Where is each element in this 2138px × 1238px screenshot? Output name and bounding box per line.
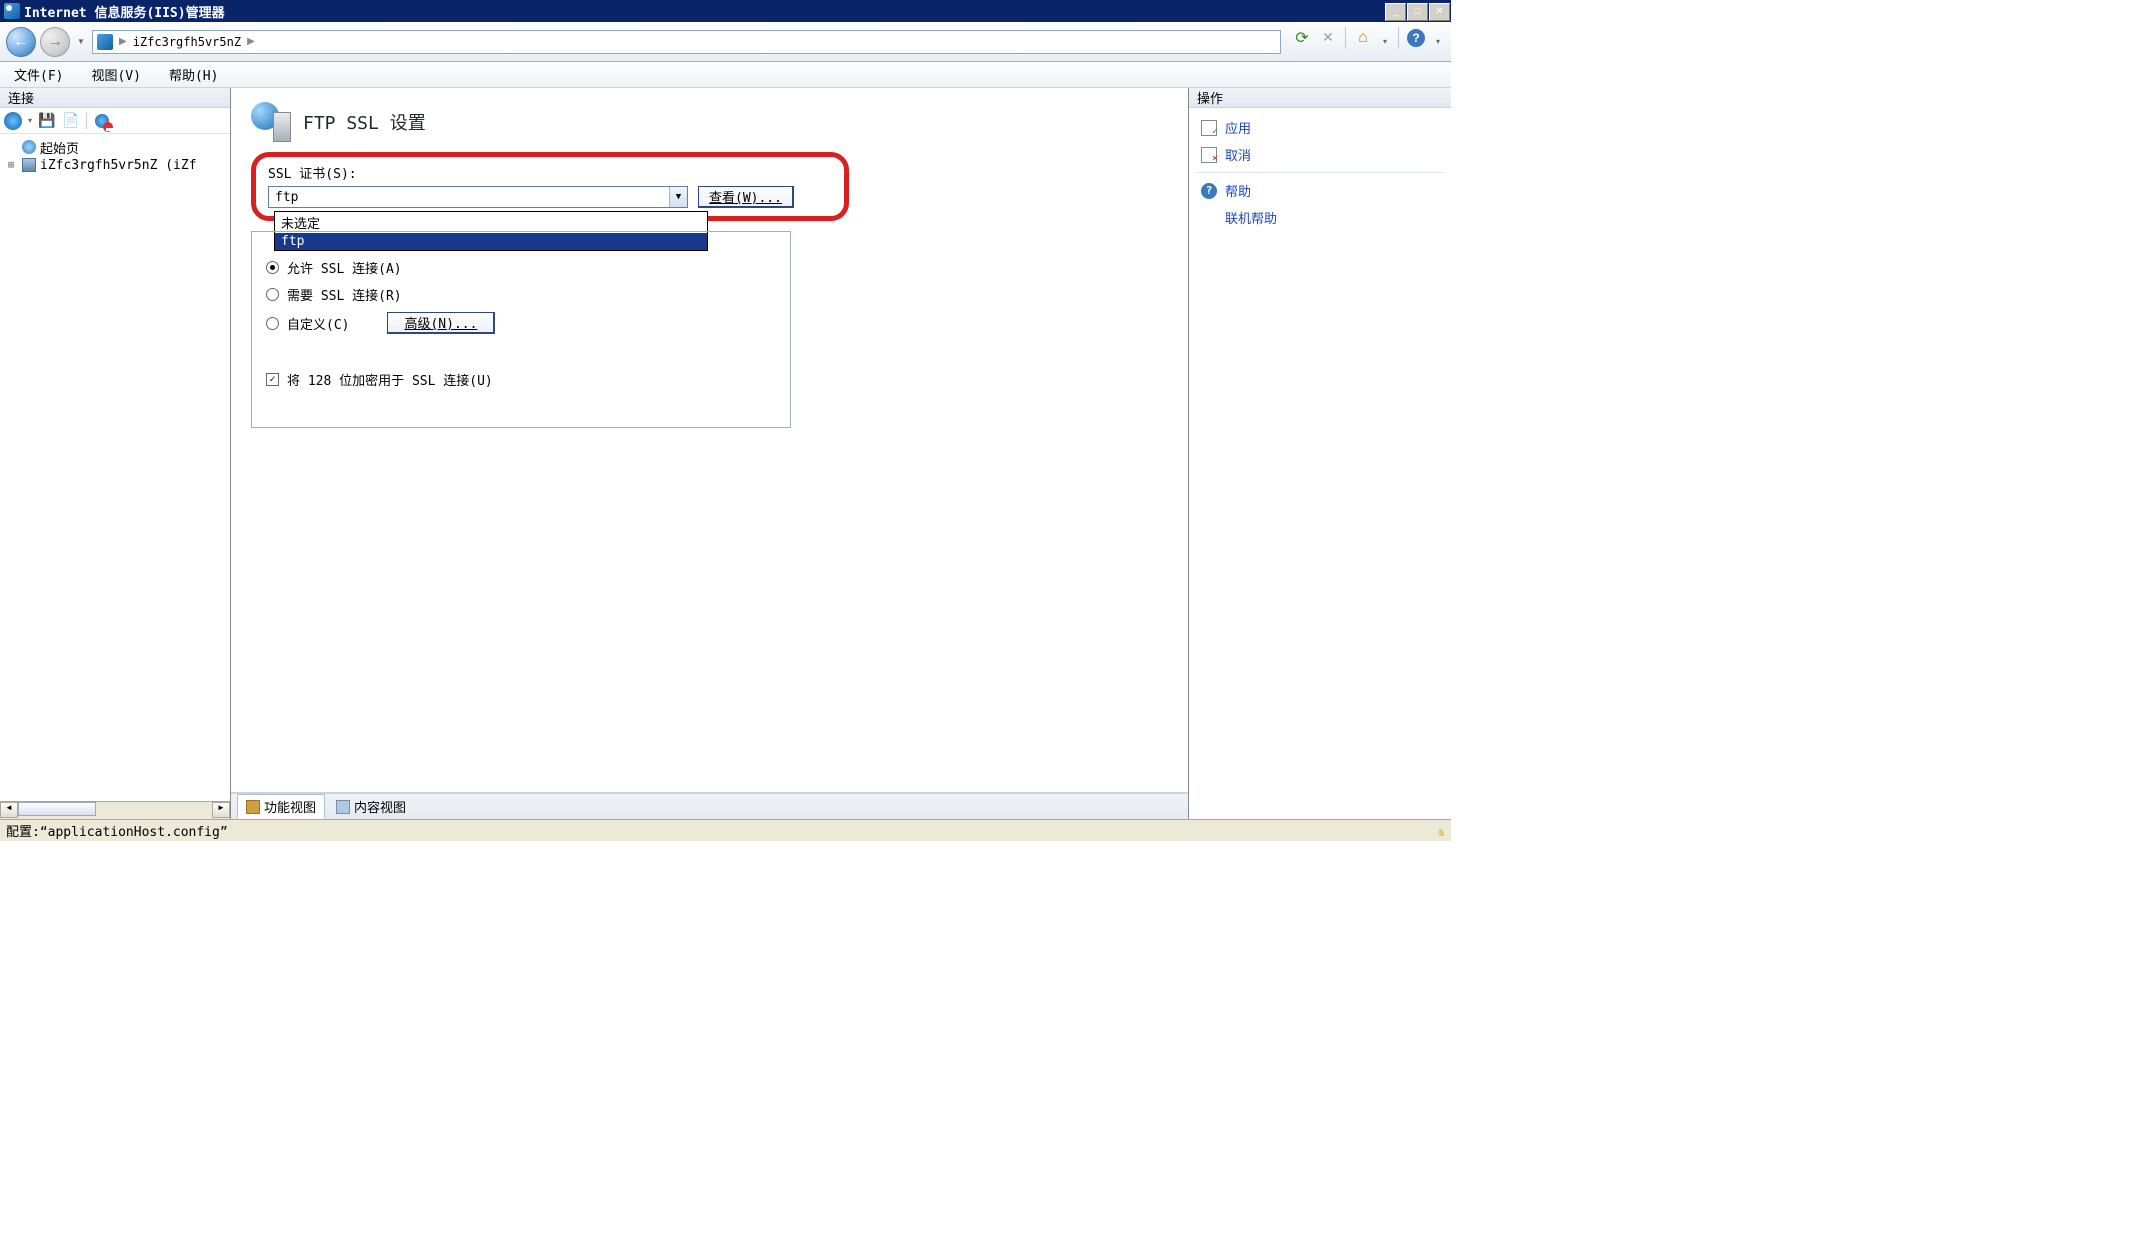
actions-panel: 操作 应用 取消 ? 帮助 联机帮助 [1189, 88, 1451, 819]
navbar-tools: ⟳ ✕ ⌂ ▾ ? ▾ [1291, 27, 1445, 57]
breadcrumb[interactable]: ▶ iZfc3rgfh5vr5nZ ▶ [92, 30, 1281, 54]
tree-label: 起始页 [40, 138, 79, 156]
status-config-text: 配置:“applicationHost.config” [6, 821, 228, 840]
ssl-cert-dropdown[interactable]: ftp ▼ [268, 186, 688, 208]
action-label: 取消 [1225, 145, 1251, 164]
connect-icon[interactable] [4, 112, 22, 130]
action-cancel[interactable]: 取消 [1189, 141, 1451, 168]
radio-require-ssl[interactable]: 需要 SSL 连接(R) [266, 285, 776, 304]
action-apply[interactable]: 应用 [1189, 114, 1451, 141]
close-button[interactable]: ✕ [1429, 3, 1450, 21]
window-title: Internet 信息服务(IIS)管理器 [24, 2, 225, 21]
server-icon [22, 158, 36, 172]
checkbox-128bit[interactable]: 将 128 位加密用于 SSL 连接(U) [266, 370, 776, 389]
tab-label: 内容视图 [354, 797, 406, 816]
server-icon [97, 34, 113, 50]
separator [1398, 27, 1399, 49]
advanced-button[interactable]: 高级(N)... [387, 312, 495, 334]
view-cert-button[interactable]: 查看(W)... [698, 186, 794, 208]
content-view-icon [336, 800, 350, 814]
breadcrumb-sep-icon: ▶ [247, 36, 255, 47]
content-panel: FTP SSL 设置 SSL 证书(S): ftp ▼ 查看(W)... 未选定… [231, 88, 1189, 819]
watermark: ♞ [1438, 825, 1445, 839]
breadcrumb-sep-icon: ▶ [119, 36, 127, 47]
stop-icon[interactable]: ✕ [1317, 27, 1339, 49]
expand-icon[interactable]: ⊞ [4, 160, 18, 171]
tree-start-page[interactable]: 起始页 [4, 138, 226, 156]
action-help[interactable]: ? 帮助 [1189, 177, 1451, 204]
menu-view[interactable]: 视图(V) [87, 63, 144, 86]
connections-tree: 起始页 ⊞ iZfc3rgfh5vr5nZ (iZf [0, 134, 230, 801]
menu-bar: 文件(F) 视图(V) 帮助(H) [0, 62, 1451, 88]
separator [1345, 27, 1346, 49]
horizontal-scrollbar[interactable]: ◄ ► [0, 801, 230, 819]
home-dropdown[interactable]: ▾ [1378, 27, 1392, 57]
refresh-icon[interactable]: ⟳ [1291, 27, 1313, 49]
window-titlebar: Internet 信息服务(IIS)管理器 _ □ ✕ [0, 0, 1451, 22]
minimize-button[interactable]: _ [1385, 3, 1406, 21]
tree-label: iZfc3rgfh5vr5nZ (iZf [40, 158, 197, 173]
help-icon: ? [1201, 183, 1217, 199]
dropdown-option-none[interactable]: 未选定 [275, 212, 707, 233]
page-title: FTP SSL 设置 [303, 109, 426, 135]
window-buttons: _ □ ✕ [1385, 2, 1451, 21]
help-icon[interactable]: ? [1405, 27, 1427, 49]
chevron-down-icon[interactable]: ▼ [669, 187, 687, 207]
home-icon[interactable]: ⌂ [1352, 27, 1374, 49]
action-label: 应用 [1225, 118, 1251, 137]
tab-features-view[interactable]: 功能视图 [237, 794, 325, 819]
radio-icon [266, 261, 279, 274]
scroll-thumb[interactable] [18, 802, 96, 816]
menu-help[interactable]: 帮助(H) [165, 63, 222, 86]
actions-header: 操作 [1189, 88, 1451, 108]
annotation-highlight: SSL 证书(S): ftp ▼ 查看(W)... 未选定 ftp [251, 152, 849, 221]
connections-panel: 连接 ▾ 💾 📄 起始页 ⊞ iZfc3rgfh5vr5nZ (iZf ◄ [0, 88, 231, 819]
nav-forward-button[interactable]: → [40, 27, 70, 57]
nav-history-dropdown[interactable]: ▼ [74, 27, 88, 57]
radio-icon [266, 288, 279, 301]
maximize-button[interactable]: □ [1407, 3, 1428, 21]
tree-server-node[interactable]: ⊞ iZfc3rgfh5vr5nZ (iZf [4, 156, 226, 174]
apply-icon [1201, 120, 1217, 136]
checkbox-icon [266, 373, 279, 386]
radio-custom-ssl[interactable]: 自定义(C) 高级(N)... [266, 312, 776, 334]
nav-back-button[interactable]: ← [6, 27, 36, 57]
cancel-icon [1201, 147, 1217, 163]
scroll-left-icon[interactable]: ◄ [0, 802, 18, 818]
tab-label: 功能视图 [264, 797, 316, 816]
dropdown-value: ftp [275, 190, 298, 205]
document-icon[interactable]: 📄 [62, 112, 80, 130]
radio-allow-ssl[interactable]: 允许 SSL 连接(A) [266, 258, 776, 277]
ftp-ssl-icon [251, 102, 291, 142]
globe-icon [22, 140, 36, 154]
ssl-cert-label: SSL 证书(S): [268, 163, 832, 182]
ssl-policy-groupbox: 允许 SSL 连接(A) 需要 SSL 连接(R) 自定义(C) 高级(N)..… [251, 231, 791, 428]
address-bar: ← → ▼ ▶ iZfc3rgfh5vr5nZ ▶ ⟳ ✕ ⌂ ▾ ? ▾ [0, 22, 1451, 62]
radio-label: 自定义(C) [287, 314, 349, 333]
action-label: 帮助 [1225, 181, 1251, 200]
checkbox-label: 将 128 位加密用于 SSL 连接(U) [287, 370, 493, 389]
save-icon[interactable]: 💾 [38, 112, 56, 130]
separator [86, 113, 87, 129]
radio-icon [266, 317, 279, 330]
connect-dropdown-icon[interactable]: ▾ [28, 116, 32, 125]
action-online-help[interactable]: 联机帮助 [1189, 204, 1451, 231]
connections-toolbar: ▾ 💾 📄 [0, 108, 230, 134]
radio-label: 允许 SSL 连接(A) [287, 258, 402, 277]
features-view-icon [246, 800, 260, 814]
iis-app-icon [4, 3, 20, 19]
view-tabs: 功能视图 内容视图 [231, 793, 1188, 819]
main-layout: 连接 ▾ 💾 📄 起始页 ⊞ iZfc3rgfh5vr5nZ (iZf ◄ [0, 88, 1451, 819]
status-bar: 配置:“applicationHost.config” ♞ [0, 819, 1451, 841]
connections-header: 连接 [0, 88, 230, 108]
help-dropdown[interactable]: ▾ [1431, 27, 1445, 57]
page-header: FTP SSL 设置 [231, 88, 1188, 152]
breadcrumb-server[interactable]: iZfc3rgfh5vr5nZ [133, 35, 241, 49]
action-label: 联机帮助 [1225, 208, 1277, 227]
tab-content-view[interactable]: 内容视图 [327, 794, 415, 819]
radio-label: 需要 SSL 连接(R) [287, 285, 402, 304]
remove-connection-icon[interactable] [93, 112, 111, 130]
menu-file[interactable]: 文件(F) [10, 63, 67, 86]
scroll-right-icon[interactable]: ► [212, 802, 230, 818]
